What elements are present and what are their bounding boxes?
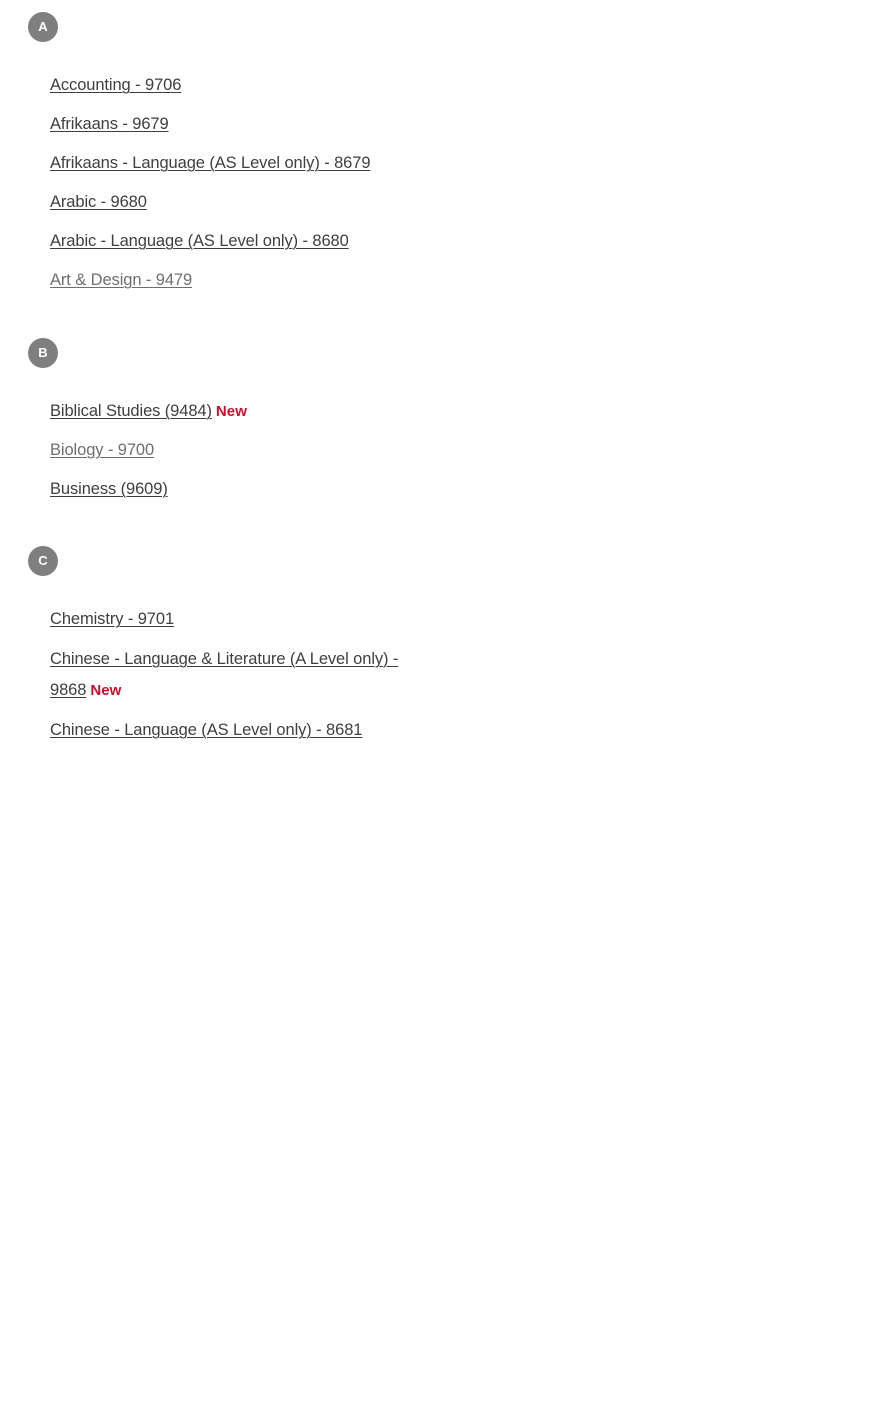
list-item: Mathematics - Further - 9231 bbox=[440, 1126, 881, 1271]
subject-link[interactable]: Afrikaans - 9679 bbox=[50, 115, 169, 133]
letter-group-j: J Japanese Language (AS Level only) - 82… bbox=[440, 323, 880, 616]
letter-group-c: C Chemistry - 9701 Chinese - Language & … bbox=[0, 514, 440, 745]
subject-link[interactable]: Art & Design - 9479 bbox=[50, 271, 192, 289]
list-item: Chinese - Language (AS Level only) - 868… bbox=[0, 716, 440, 745]
list-item: Art & Design - 9479 bbox=[0, 266, 440, 295]
subject-list-a: Accounting - 9706 Afrikaans - 9679 Afrik… bbox=[0, 71, 440, 295]
list-item: Law - 9084 bbox=[440, 716, 881, 803]
list-item: Japanese Language (AS Level only) - 8281 bbox=[440, 413, 881, 616]
subject-list-l: Law - 9084 bbox=[440, 716, 880, 803]
subject-link[interactable]: Biblical Studies (9484) bbox=[50, 402, 212, 420]
list-item: Music - 9483 bbox=[440, 1407, 881, 1408]
list-item: Biology - 9700 bbox=[0, 436, 440, 465]
subject-link[interactable]: Chinese - Language (AS Level only) - 868… bbox=[50, 721, 362, 739]
subject-list-i: Information Technology - 9626 Islamic St… bbox=[440, 71, 880, 313]
letter-badge-b: B bbox=[28, 338, 58, 368]
new-badge: New bbox=[90, 682, 122, 699]
list-item: Afrikaans - 9679 bbox=[0, 110, 440, 139]
list-item: Information Technology - 9626 bbox=[440, 71, 881, 187]
subject-link[interactable]: Arabic - Language (AS Level only) - 8680 bbox=[50, 232, 349, 250]
list-item: Chemistry - 9701 bbox=[0, 605, 440, 634]
list-item: Mathematics - 9709 bbox=[440, 1029, 881, 1116]
list-item: Accounting - 9706 bbox=[0, 71, 440, 100]
subject-index: A Accounting - 9706 Afrikaans - 9679 Afr… bbox=[0, 0, 881, 739]
list-item: Biblical Studies (9484) New bbox=[0, 397, 440, 426]
subject-link[interactable]: Biology - 9700 bbox=[50, 441, 154, 459]
list-item: Afrikaans - Language (AS Level only) - 8… bbox=[0, 149, 440, 178]
letter-group-l: L Law - 9084 bbox=[440, 626, 880, 803]
subject-list-c: Chemistry - 9701 Chinese - Language & Li… bbox=[0, 605, 440, 745]
right-column: I Information Technology - 9626 Islamic … bbox=[440, 0, 880, 704]
left-column: A Accounting - 9706 Afrikaans - 9679 Afr… bbox=[0, 0, 440, 739]
list-item: Islamic Studies - 9488 bbox=[440, 197, 881, 313]
subject-list-j: Japanese Language (AS Level only) - 8281 bbox=[440, 413, 880, 616]
new-badge: New bbox=[215, 403, 248, 420]
letter-group-a: A Accounting - 9706 Afrikaans - 9679 Afr… bbox=[0, 0, 440, 295]
list-item: Arabic - 9680 bbox=[0, 188, 440, 217]
letter-badge-a: A bbox=[28, 12, 58, 42]
letter-group-m: M Marine Science - 9693 Mathematics - 97… bbox=[440, 813, 880, 1408]
letter-group-i: I Information Technology - 9626 Islamic … bbox=[440, 0, 880, 313]
list-item: Marine Science - 9693 bbox=[440, 903, 881, 1019]
letter-group-b: B Biblical Studies (9484) New Biology - 9… bbox=[0, 305, 440, 504]
subject-link[interactable]: Business (9609) bbox=[50, 480, 168, 498]
list-item: Business (9609) bbox=[0, 475, 440, 504]
letter-badge-c: C bbox=[28, 546, 58, 576]
subject-list-b: Biblical Studies (9484) New Biology - 970… bbox=[0, 397, 440, 504]
subject-list-m: Marine Science - 9693 Mathematics - 9709… bbox=[440, 903, 880, 1408]
subject-link[interactable]: Afrikaans - Language (AS Level only) - 8… bbox=[50, 154, 371, 172]
subject-link[interactable]: Chemistry - 9701 bbox=[50, 610, 174, 628]
list-item: Chinese - Language & Literature (A Level… bbox=[0, 644, 450, 706]
subject-link[interactable]: Accounting - 9706 bbox=[50, 76, 181, 94]
subject-link[interactable]: Arabic - 9680 bbox=[50, 193, 147, 211]
list-item: Arabic - Language (AS Level only) - 8680 bbox=[0, 227, 440, 256]
list-item: Media Studies - 9607 bbox=[440, 1281, 881, 1397]
